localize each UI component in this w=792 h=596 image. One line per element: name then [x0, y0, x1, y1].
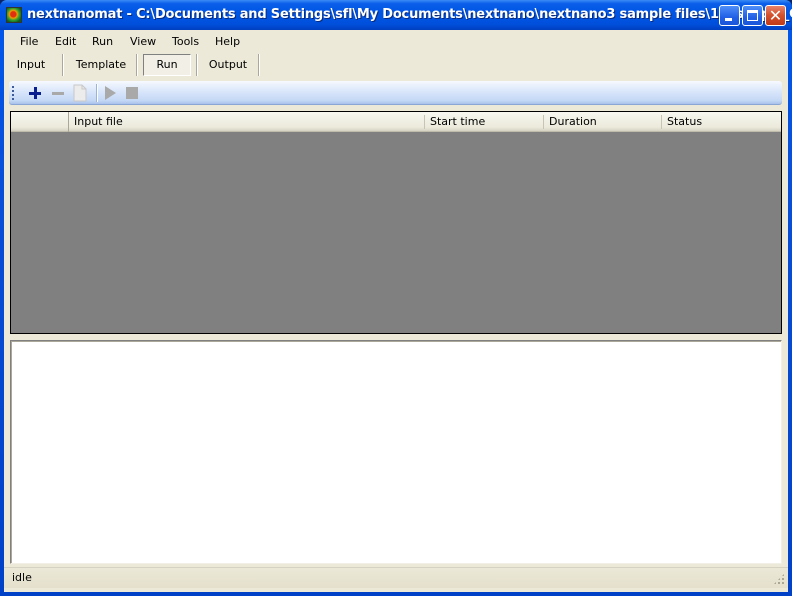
run-toolbar	[9, 81, 782, 105]
status-bar: idle	[4, 567, 788, 588]
maximize-icon	[747, 10, 758, 21]
simulation-queue-table[interactable]: Input file Start time Duration Status	[10, 111, 782, 334]
toolbar-grip[interactable]	[12, 86, 14, 100]
column-header-input-file[interactable]: Input file	[69, 112, 425, 131]
menu-tools[interactable]: Tools	[172, 35, 199, 48]
tab-separator	[62, 54, 64, 76]
close-icon: ✕	[768, 6, 783, 25]
run-button[interactable]	[101, 84, 119, 102]
output-log-area[interactable]	[10, 340, 782, 564]
title-bar[interactable]: nextnanomat - C:\Documents and Settings\…	[0, 0, 792, 30]
plus-icon	[29, 87, 41, 99]
menu-file[interactable]: File	[20, 35, 38, 48]
remove-button[interactable]	[49, 84, 67, 102]
tab-input[interactable]: Input	[14, 54, 48, 76]
minimize-icon	[725, 18, 732, 21]
close-button[interactable]: ✕	[765, 5, 786, 26]
menu-bar: File Edit Run View Tools Help	[4, 32, 788, 52]
column-header-status[interactable]: Status	[662, 112, 780, 131]
tab-separator	[136, 54, 138, 76]
resize-grip-icon[interactable]	[773, 573, 785, 585]
window-title: nextnanomat - C:\Documents and Settings\…	[27, 7, 792, 22]
tab-separator	[258, 54, 260, 76]
toolbar-separator	[96, 84, 98, 102]
tab-separator	[196, 54, 198, 76]
column-header-start-time[interactable]: Start time	[425, 112, 543, 131]
menu-run[interactable]: Run	[92, 35, 113, 48]
menu-edit[interactable]: Edit	[55, 35, 76, 48]
open-file-button[interactable]	[71, 84, 89, 102]
table-header: Input file Start time Duration Status	[11, 112, 781, 132]
menu-view[interactable]: View	[130, 35, 156, 48]
add-button[interactable]	[26, 84, 44, 102]
app-icon[interactable]	[6, 7, 22, 23]
status-text: idle	[12, 571, 32, 584]
document-icon	[73, 84, 87, 102]
client-area: File Edit Run View Tools Help Input Temp…	[4, 30, 788, 592]
minus-icon	[52, 92, 64, 95]
maximize-button[interactable]	[742, 5, 763, 26]
minimize-button[interactable]	[719, 5, 740, 26]
column-header-index[interactable]	[11, 112, 69, 131]
tab-run[interactable]: Run	[143, 54, 191, 76]
menu-help[interactable]: Help	[215, 35, 240, 48]
column-header-duration[interactable]: Duration	[544, 112, 662, 131]
app-window: nextnanomat - C:\Documents and Settings\…	[0, 0, 792, 596]
play-icon	[105, 86, 116, 100]
stop-icon	[126, 87, 138, 99]
tab-template[interactable]: Template	[74, 54, 128, 76]
view-tab-bar: Input Template Run Output	[4, 52, 788, 78]
stop-button[interactable]	[123, 84, 141, 102]
tab-output[interactable]: Output	[208, 54, 248, 76]
